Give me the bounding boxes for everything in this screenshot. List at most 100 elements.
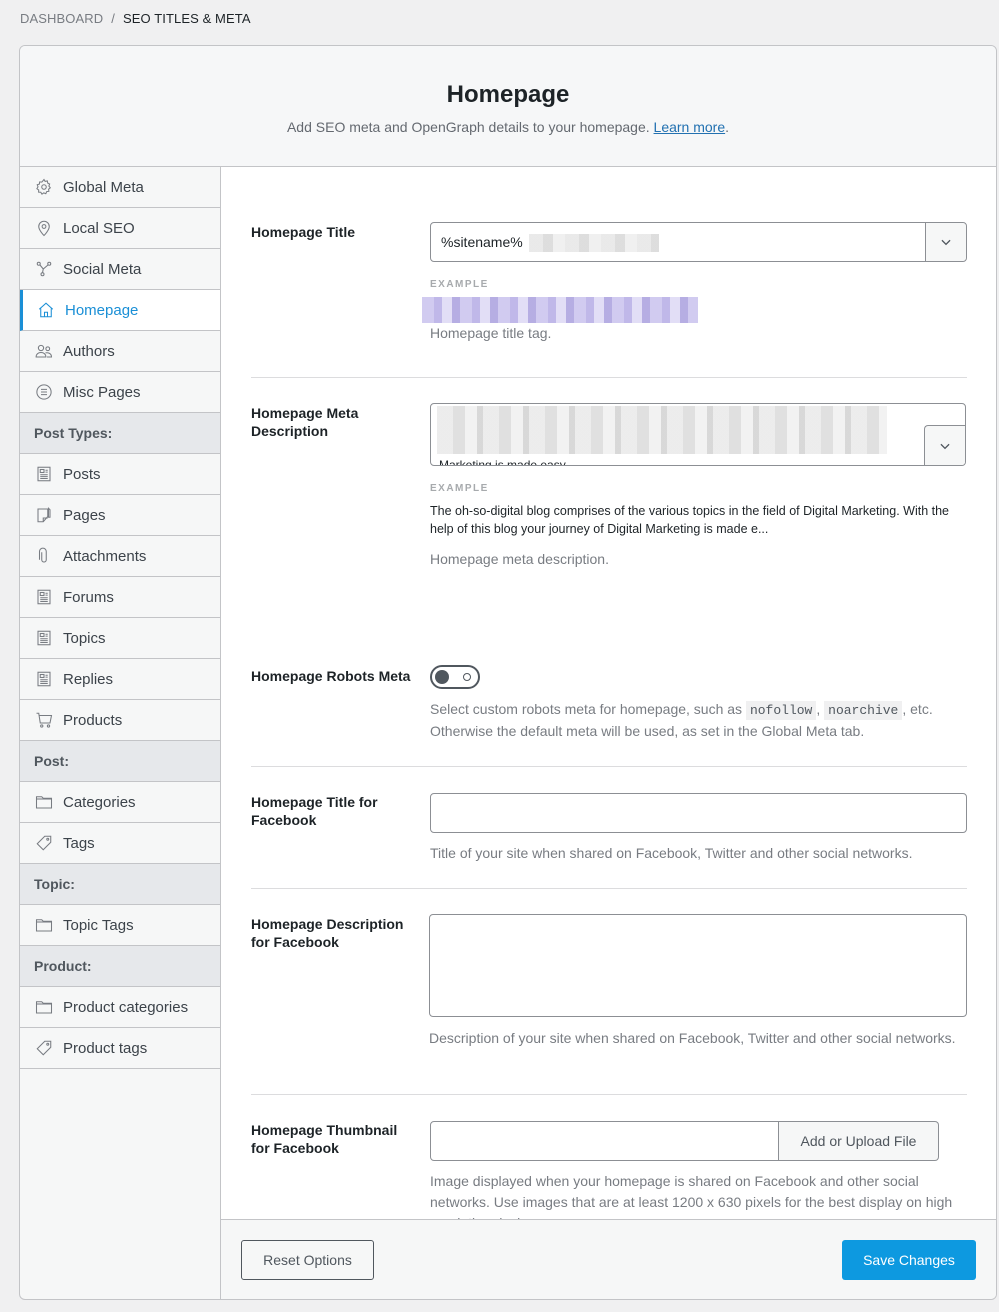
robots-desc-text: Select custom robots meta for homepage, … [430,701,743,717]
redacted-text [437,406,887,454]
sidebar-group-post-types: Post Types: [20,413,220,454]
toggle-knob [435,670,449,684]
document-icon [34,628,54,648]
sidebar-item-misc-pages[interactable]: Misc Pages [20,372,220,413]
fb-title-input[interactable] [430,793,967,833]
robots-desc-comma: , [816,701,821,717]
example-label: EXAMPLE [430,483,489,494]
fb-title-label: Homepage Title for Facebook [251,794,378,828]
sidebar-item-replies[interactable]: Replies [20,659,220,700]
sidebar-item-pages[interactable]: Pages [20,495,220,536]
sidebar-item-topic-tags[interactable]: Topic Tags [20,905,220,946]
sidebar-item-tags[interactable]: Tags [20,823,220,864]
fb-description-field: Description of your site when shared on … [429,914,967,1049]
noarchive-code: noarchive [824,701,903,720]
sidebar-item-authors[interactable]: Authors [20,331,220,372]
meta-description-example-text: The oh-so-digital blog comprises of the … [430,504,949,536]
robots-desc-etc: , etc. [902,701,933,717]
sidebar-item-categories[interactable]: Categories [20,782,220,823]
robots-meta-toggle[interactable] [430,665,480,689]
chevron-down-icon [940,443,950,450]
sidebar-item-label: Local SEO [63,219,135,237]
sidebar-item-label: Tags [63,834,95,852]
redacted-example-title [422,297,698,323]
sidebar-item-label: Homepage [65,301,139,319]
document-icon [34,587,54,607]
cart-icon [34,710,54,730]
homepage-title-label: Homepage Title [251,224,355,240]
list-circle-icon [34,382,54,402]
tag-icon [34,833,54,853]
map-pin-icon [34,218,54,238]
document-icon [34,669,54,689]
homepage-title-input[interactable]: %sitename% [430,222,967,262]
add-upload-file-button[interactable]: Add or Upload File [779,1121,939,1161]
sidebar-item-local-seo[interactable]: Local SEO [20,208,220,249]
sidebar-nav: Global Meta Local SEO Social Meta Homepa… [20,167,220,1069]
folder-icon [34,792,54,812]
reset-options-button[interactable]: Reset Options [241,1240,374,1280]
settings-main: Homepage Title %sitename% EXAMPLE Homepa… [220,167,996,1231]
robots-meta-description: Select custom robots meta for homepage, … [430,699,967,742]
sidebar-item-label: Product categories [63,998,189,1016]
breadcrumb-separator: / [111,11,115,26]
sidebar-item-label: Posts [63,465,101,483]
sidebar-item-label: Social Meta [63,260,142,278]
learn-more-link[interactable]: Learn more [654,119,726,135]
card-footer: Reset Options Save Changes [220,1219,996,1299]
meta-description-label: Homepage Meta Description [251,405,359,439]
sidebar-item-label: Authors [63,342,115,360]
sidebar-item-social-meta[interactable]: Social Meta [20,249,220,290]
sidebar-item-label: Replies [63,670,114,688]
page-subtitle: Add SEO meta and OpenGraph details to yo… [20,119,996,135]
fb-thumbnail-input[interactable] [430,1121,779,1161]
homepage-title-description: Homepage title tag. [430,325,552,341]
toggle-off-indicator [463,673,471,681]
sidebar-item-global-meta[interactable]: Global Meta [20,167,220,208]
variables-dropdown-button[interactable] [925,223,966,261]
tag-icon [34,1038,54,1058]
folder-icon [34,997,54,1017]
homepage-title-value: %sitename% [441,234,523,250]
save-changes-button[interactable]: Save Changes [842,1240,976,1280]
home-icon [36,300,56,320]
sidebar-item-product-categories[interactable]: Product categories [20,987,220,1028]
sidebar-item-forums[interactable]: Forums [20,577,220,618]
subtitle-period: . [725,119,730,135]
sidebar-item-topics[interactable]: Topics [20,618,220,659]
sidebar-item-products[interactable]: Products [20,700,220,741]
breadcrumb: DASHBOARD / SEO TITLES & META [20,11,251,26]
sidebar-item-posts[interactable]: Posts [20,454,220,495]
sidebar-item-label: Topics [63,629,106,647]
field-row-robots-meta: Homepage Robots Meta Select custom robot… [251,593,967,767]
card-header: Homepage Add SEO meta and OpenGraph deta… [20,46,996,167]
meta-description-peek-text: Marketing is made easy [439,458,566,466]
example-label: EXAMPLE [430,279,489,290]
users-icon [34,341,54,361]
field-row-fb-thumbnail: Homepage Thumbnail for Facebook Add or U… [251,1095,967,1231]
sidebar-item-product-tags[interactable]: Product tags [20,1028,220,1069]
sidebar-item-label: Global Meta [63,178,144,196]
meta-description-input[interactable]: Marketing is made easy [430,403,966,466]
sidebar-item-homepage[interactable]: Homepage [20,290,220,331]
nofollow-code: nofollow [745,701,817,720]
field-row-fb-title: Homepage Title for Facebook Title of you… [251,767,967,889]
page-icon [34,505,54,525]
sidebar-group-product: Product: [20,946,220,987]
field-row-meta-description: Homepage Meta Description Marketing is m… [251,378,967,593]
meta-description-field: Marketing is made easy EXAMPLE The oh-so… [430,403,966,570]
breadcrumb-current: SEO TITLES & META [122,11,251,26]
field-row-fb-description: Homepage Description for Facebook Descri… [251,889,967,1095]
redacted-text [529,234,659,252]
fb-description-textarea[interactable] [429,914,967,1017]
robots-meta-field: Select custom robots meta for homepage, … [430,665,967,742]
sidebar-item-attachments[interactable]: Attachments [20,536,220,577]
sidebar-group-post: Post: [20,741,220,782]
sidebar-item-label: Misc Pages [63,383,141,401]
gear-icon [34,177,54,197]
variables-dropdown-button[interactable] [924,425,965,465]
robots-meta-label: Homepage Robots Meta [251,668,411,684]
breadcrumb-dashboard-link[interactable]: DASHBOARD [20,11,103,26]
page-title: Homepage [446,81,570,108]
folder-icon [34,915,54,935]
